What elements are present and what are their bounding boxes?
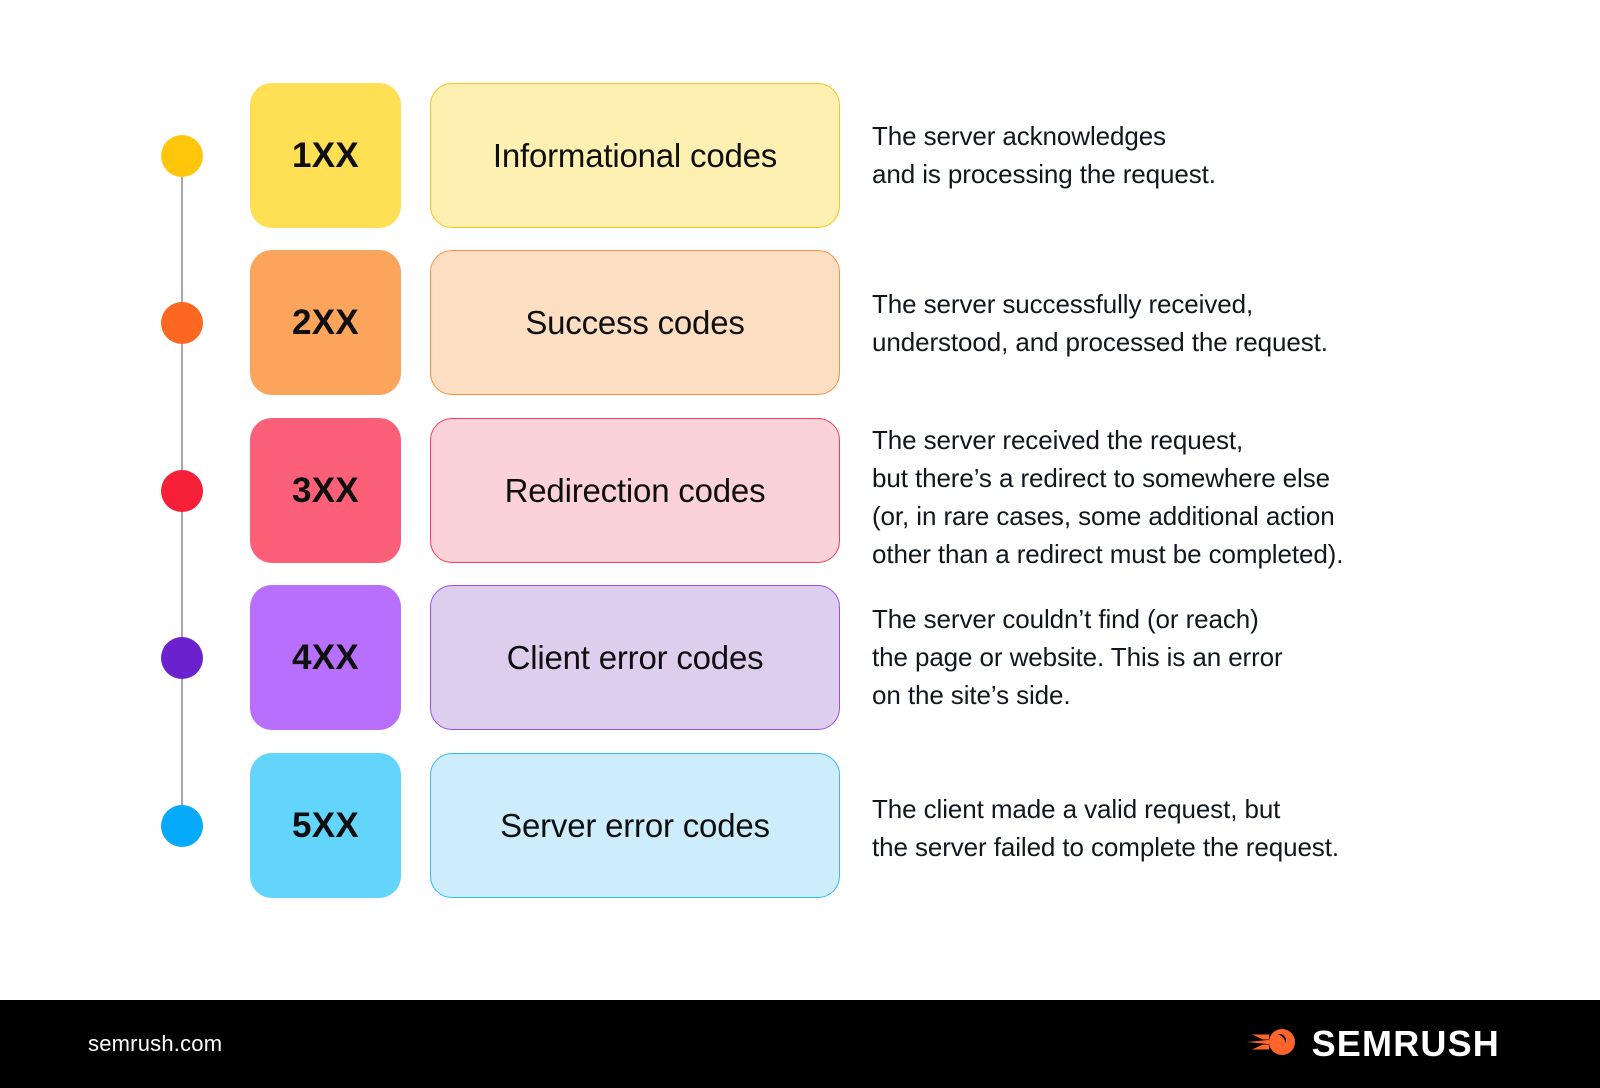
semrush-comet-icon: [1246, 1022, 1298, 1067]
description-4xx: The server couldn’t find (or reach) the p…: [872, 600, 1492, 714]
name-box-2xx: Success codes: [430, 250, 840, 395]
footer-url[interactable]: semrush.com: [88, 1031, 222, 1057]
description-line: The server acknowledges: [872, 121, 1166, 151]
description-2xx: The server successfully received, underst…: [872, 285, 1492, 361]
infographic-canvas: 1XX Informational codes The server acknowl…: [0, 0, 1600, 1088]
description-5xx: The client made a valid request, but the …: [872, 790, 1492, 866]
description-line: the server failed to complete the reques…: [872, 832, 1339, 862]
description-line: and is processing the request.: [872, 159, 1216, 189]
code-label: 5XX: [291, 805, 360, 845]
semrush-logo[interactable]: SEMRUSH: [1246, 1022, 1500, 1067]
category-name-label: Success codes: [525, 303, 745, 341]
code-label: 2XX: [291, 302, 360, 342]
description-line: The server successfully received,: [872, 289, 1254, 319]
code-label: 4XX: [291, 637, 360, 677]
code-label: 3XX: [291, 470, 360, 510]
category-name-label: Server error codes: [500, 806, 770, 844]
name-box-1xx: Informational codes: [430, 83, 840, 228]
code-label: 1XX: [291, 135, 360, 175]
category-name-label: Client error codes: [506, 638, 764, 676]
description-line: The client made a valid request, but: [872, 794, 1281, 824]
description-line: (or, in rare cases, some additional acti…: [872, 501, 1335, 531]
code-box-4xx: 4XX: [250, 585, 401, 730]
category-name-label: Redirection codes: [504, 471, 766, 509]
code-box-3xx: 3XX: [250, 418, 401, 563]
name-box-5xx: Server error codes: [430, 753, 840, 898]
name-box-3xx: Redirection codes: [430, 418, 840, 563]
description-line: The server couldn’t find (or reach): [872, 604, 1259, 634]
description-line: other than a redirect must be completed)…: [872, 539, 1344, 569]
description-3xx: The server received the request, but ther…: [872, 421, 1492, 573]
description-line: but there’s a redirect to somewhere else: [872, 463, 1330, 493]
description-line: understood, and processed the request.: [872, 327, 1328, 357]
description-line: on the site’s side.: [872, 680, 1071, 710]
category-name-label: Informational codes: [492, 136, 778, 174]
code-box-1xx: 1XX: [250, 83, 401, 228]
description-1xx: The server acknowledges and is processing…: [872, 117, 1492, 193]
description-line: The server received the request,: [872, 425, 1244, 455]
footer-bar: semrush.com SEMRUSH: [0, 1000, 1600, 1088]
description-line: the page or website. This is an error: [872, 642, 1283, 672]
name-box-4xx: Client error codes: [430, 585, 840, 730]
code-box-5xx: 5XX: [250, 753, 401, 898]
code-box-2xx: 2XX: [250, 250, 401, 395]
semrush-wordmark: SEMRUSH: [1311, 1023, 1500, 1064]
